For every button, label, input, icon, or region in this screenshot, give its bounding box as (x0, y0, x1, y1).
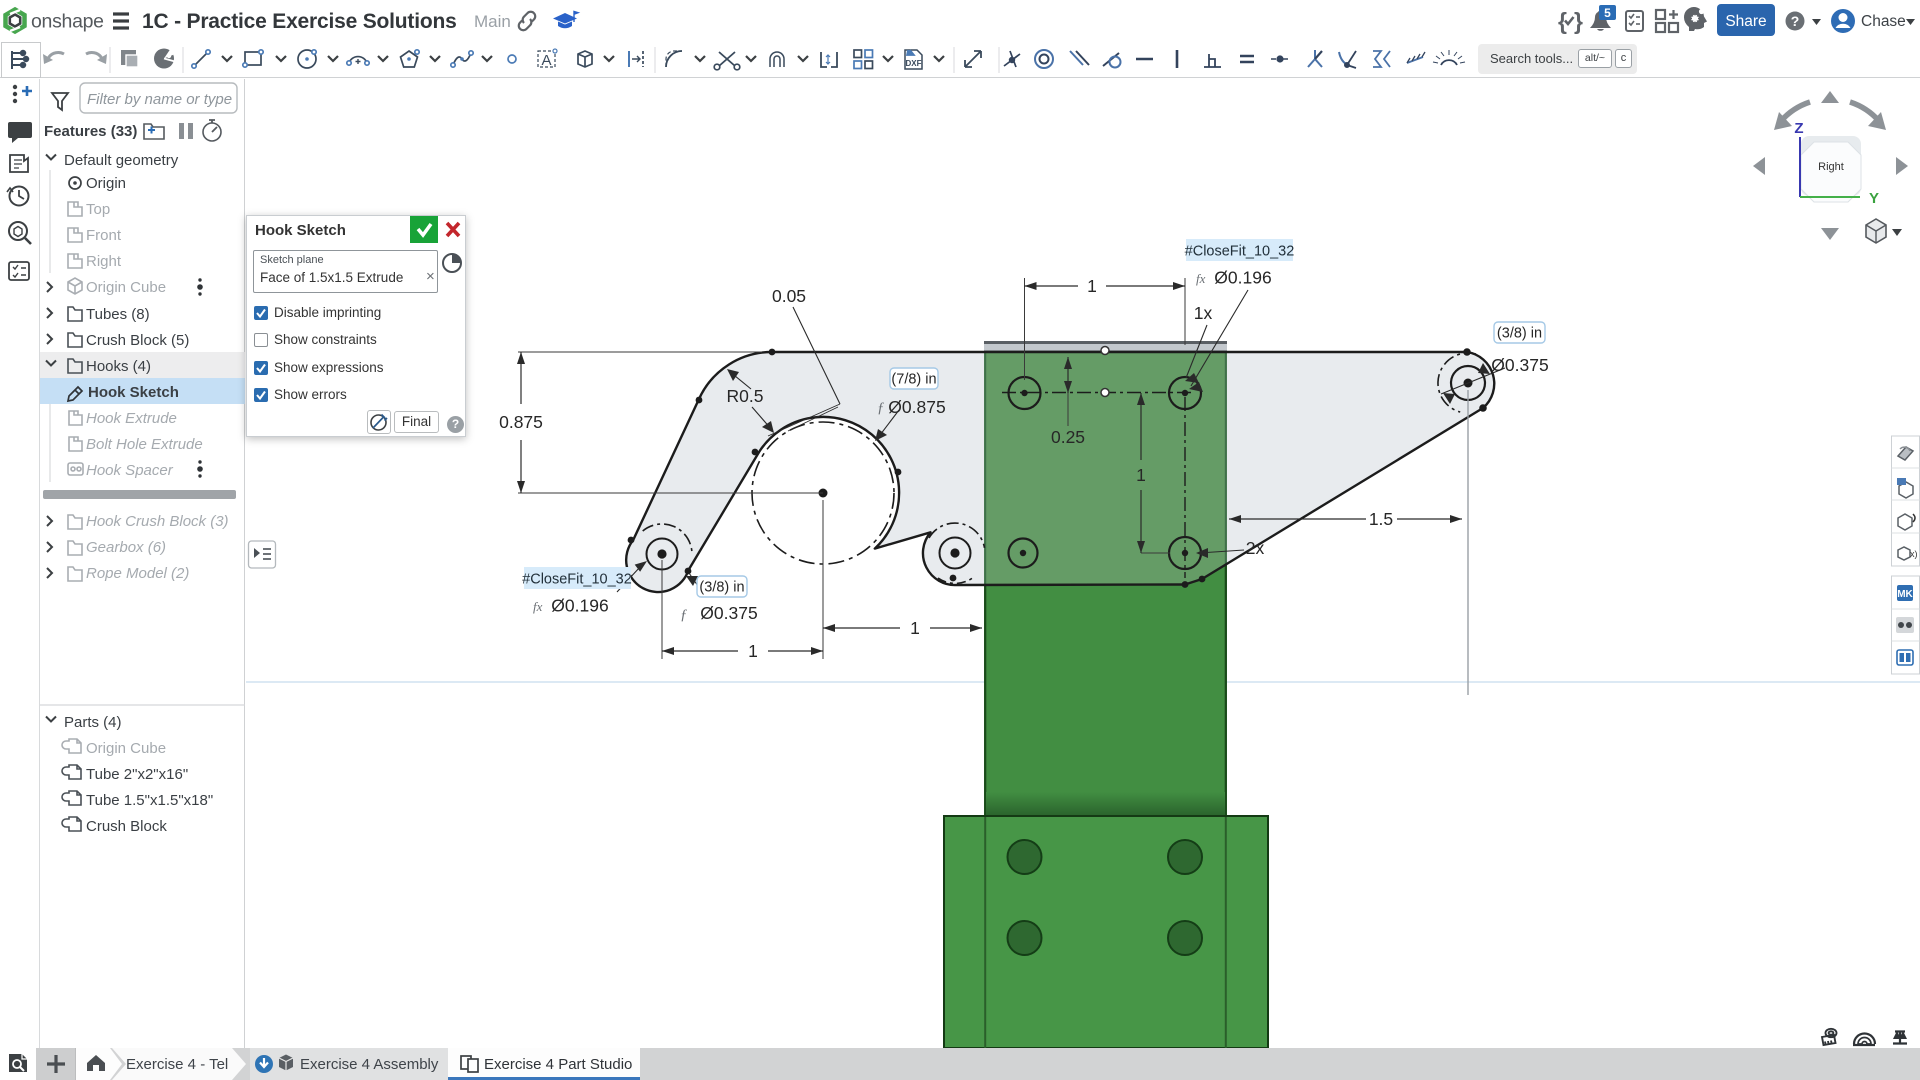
svg-text:Parts (4): Parts (4) (64, 714, 122, 731)
svg-text:Gearbox (6): Gearbox (6) (86, 539, 166, 556)
svg-text:Bolt Hole Extrude: Bolt Hole Extrude (86, 436, 203, 453)
svg-text:Hook Sketch: Hook Sketch (88, 384, 179, 401)
svg-text:Filter by name or type: Filter by name or type (87, 91, 232, 108)
svg-text:Right: Right (86, 253, 122, 270)
svg-text:onshape: onshape (31, 11, 104, 33)
svg-text:Z: Z (1794, 120, 1803, 137)
svg-text:Crush Block: Crush Block (86, 818, 167, 835)
svg-text:DXF: DXF (906, 59, 922, 68)
svg-text:Origin Cube: Origin Cube (86, 279, 166, 296)
svg-text:Hooks (4): Hooks (4) (86, 358, 151, 375)
svg-text:5: 5 (1604, 6, 1611, 20)
svg-text:Origin: Origin (86, 175, 126, 192)
svg-text:Chase: Chase (1861, 13, 1906, 30)
svg-text:Hook Spacer: Hook Spacer (86, 462, 174, 479)
svg-text:Front: Front (86, 227, 122, 244)
svg-text:Exercise 4 - Tel: Exercise 4 - Tel (126, 1056, 228, 1073)
svg-text:Rope Model (2): Rope Model (2) (86, 565, 189, 582)
svg-text:Hook Crush Block (3): Hook Crush Block (3) (86, 513, 229, 530)
svg-text:Y: Y (1869, 190, 1879, 207)
svg-text:Top: Top (86, 201, 110, 218)
svg-text:Features (33): Features (33) (44, 123, 137, 140)
svg-text:1C - Practice Exercise Solutio: 1C - Practice Exercise Solutions (142, 10, 457, 33)
svg-text:x): x) (1910, 549, 1918, 559)
svg-text:Tube 1.5"x1.5"x18": Tube 1.5"x1.5"x18" (86, 792, 213, 809)
svg-text:Crush Block (5): Crush Block (5) (86, 332, 189, 349)
svg-text:Tubes (8): Tubes (8) (86, 306, 150, 323)
svg-text:A: A (541, 52, 551, 69)
svg-text:Origin Cube: Origin Cube (86, 740, 166, 757)
svg-text:Default geometry: Default geometry (64, 152, 179, 169)
svg-text:Share: Share (1725, 13, 1766, 30)
svg-text:Main: Main (474, 12, 511, 31)
svg-text:Exercise 4 Part Studio: Exercise 4 Part Studio (484, 1056, 632, 1073)
svg-text:Exercise 4 Assembly: Exercise 4 Assembly (300, 1056, 439, 1073)
svg-text:MK: MK (1897, 589, 1913, 600)
svg-text:Right: Right (1818, 161, 1844, 173)
svg-text:Tube 2"x2"x16": Tube 2"x2"x16" (86, 766, 188, 783)
svg-text:Hook Extrude: Hook Extrude (86, 410, 177, 427)
svg-text:}: } (1574, 8, 1583, 34)
svg-text:?: ? (1791, 13, 1800, 29)
